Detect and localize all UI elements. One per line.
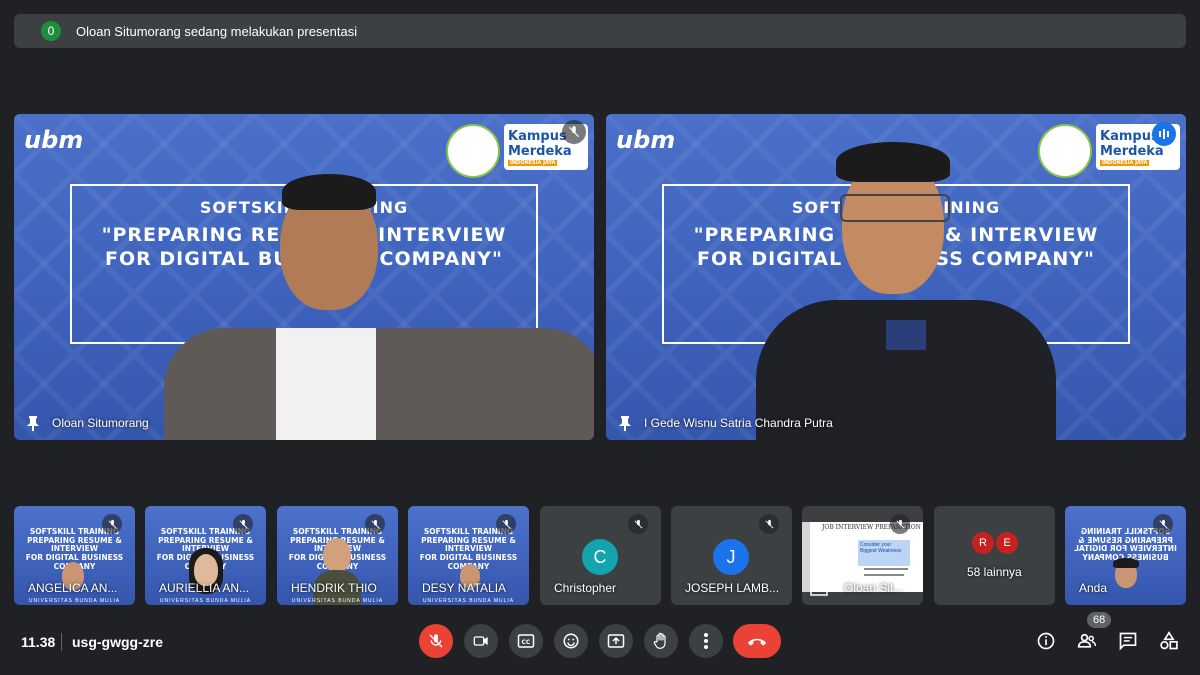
participant-name: Christopher — [554, 581, 617, 595]
indonesia-jaya-label: INDONESIA JAYA — [508, 159, 558, 166]
participant-face — [323, 538, 351, 572]
meeting-controls-bar: 11.38 usg-gwgg-zre CC 68 — [0, 612, 1200, 675]
chat-button[interactable] — [1117, 630, 1139, 652]
participants-button[interactable] — [1076, 630, 1098, 652]
chat-icon — [1119, 632, 1137, 651]
more-participants-tile[interactable]: R E 58 lainnya — [934, 506, 1055, 605]
document-highlight-box: Consider your Biggest Weakness — [858, 540, 910, 566]
presenter-name-tag: Oloan Situmorang — [14, 406, 149, 440]
activities-icon — [1160, 631, 1178, 650]
mini-slide-footer: UNIVERSITAS BUNDA MULIA — [422, 598, 515, 604]
self-hair — [1113, 558, 1139, 568]
participant-tile[interactable]: SOFTSKILL TRAINING PREPARING RESUME & IN… — [145, 506, 266, 605]
participant-count-badge: 68 — [1087, 612, 1112, 628]
captions-button[interactable]: CC — [509, 624, 543, 658]
mini-slide-footer: UNIVERSITAS BUNDA MULIA — [28, 598, 121, 604]
reactions-button[interactable] — [554, 624, 588, 658]
camera-icon — [473, 636, 488, 646]
document-line — [864, 568, 908, 570]
pin-icon[interactable] — [618, 415, 632, 431]
banner-count-badge: 0 — [41, 21, 61, 41]
pin-icon[interactable] — [26, 415, 40, 431]
ubm-logo: ubm — [616, 126, 676, 154]
mic-off-icon — [759, 514, 779, 534]
document-sidebar — [802, 522, 810, 592]
mic-off-icon — [628, 514, 648, 534]
more-options-button[interactable] — [689, 624, 723, 658]
camera-toggle-button[interactable] — [464, 624, 498, 658]
more-participants-label: 58 lainnya — [967, 565, 1022, 579]
participant-tile[interactable]: SOFTSKILL TRAINING PREPARING RESUME & IN… — [408, 506, 529, 605]
mini-slide-footer: UNIVERSITAS BUNDA MULIA — [291, 598, 384, 604]
participant-tile[interactable]: J JOSEPH LAMB... — [671, 506, 792, 605]
indonesia-jaya-label: INDONESIA JAYA — [1100, 159, 1150, 166]
people-icon — [1077, 633, 1097, 648]
speaker-glasses — [840, 194, 950, 222]
more-vert-icon — [704, 633, 708, 649]
speaker-name-tag: I Gede Wisnu Satria Chandra Putra — [606, 406, 833, 440]
mic-off-icon — [429, 634, 443, 648]
present-screen-button[interactable] — [599, 624, 633, 658]
speaking-indicator-icon — [1152, 122, 1176, 146]
document-line — [864, 574, 904, 576]
participant-avatar: E — [996, 532, 1018, 554]
info-icon — [1037, 632, 1055, 650]
participant-tile[interactable]: SOFTSKILL TRAINING PREPARING RESUME & IN… — [14, 506, 135, 605]
main-tile-speaker[interactable]: ubm Kampus Merdeka INDONESIA JAYA SOFTSK… — [606, 114, 1186, 440]
university-seal-icon — [446, 124, 500, 178]
participant-name: JOSEPH LAMB... — [685, 581, 780, 595]
meeting-code: usg-gwgg-zre — [72, 634, 163, 650]
self-view-tile[interactable]: SOFTSKILL TRAINING PREPARING RESUME & IN… — [1065, 506, 1186, 605]
presenter-shirt — [276, 328, 376, 440]
present-icon — [607, 634, 625, 648]
svg-text:CC: CC — [522, 639, 531, 646]
mic-off-icon — [233, 514, 253, 534]
participant-name: DESY NATALIA — [422, 581, 507, 595]
participant-name: Anda — [1079, 581, 1108, 595]
merdeka-label: Merdeka — [1100, 143, 1164, 159]
university-seal-icon — [1038, 124, 1092, 178]
presenter-hair — [282, 174, 376, 210]
mic-off-icon — [102, 514, 122, 534]
participant-tile[interactable]: SOFTSKILL TRAINING PREPARING RESUME & IN… — [277, 506, 398, 605]
meeting-time: 11.38 — [21, 634, 56, 650]
present-screen-icon — [810, 582, 828, 596]
mic-toggle-button[interactable] — [419, 624, 453, 658]
presenting-banner: 0 Oloan Situmorang sedang melakukan pres… — [14, 14, 1186, 48]
mic-off-icon — [1153, 514, 1173, 534]
participant-avatar: R — [972, 532, 994, 554]
mic-off-icon — [496, 514, 516, 534]
mini-slide-footer: UNIVERSITAS BUNDA MULIA — [159, 598, 252, 604]
ubm-logo: ubm — [24, 126, 84, 154]
hand-icon — [653, 632, 666, 649]
raise-hand-button[interactable] — [644, 624, 678, 658]
main-tile-presenter[interactable]: ubm Kampus Merdeka INDONESIA JAYA SOFTSK… — [14, 114, 594, 440]
participant-name: AURIELLIA AN... — [159, 581, 250, 595]
participant-avatar: C — [582, 539, 618, 575]
mic-off-icon — [365, 514, 385, 534]
presentation-tile[interactable]: JOB INTERVIEW PREPARATION Consider your … — [802, 506, 923, 605]
mic-off-icon — [890, 514, 910, 534]
phone-hangup-icon — [747, 638, 767, 646]
end-call-button[interactable] — [733, 624, 781, 658]
speaker-collar — [886, 320, 926, 350]
closed-captions-icon: CC — [517, 634, 535, 648]
presenter-jacket — [164, 328, 594, 440]
mic-off-icon — [562, 120, 586, 144]
speaker-name: I Gede Wisnu Satria Chandra Putra — [644, 416, 833, 430]
presenter-name: Oloan Situmorang — [52, 416, 149, 430]
meeting-info-button[interactable] — [1035, 630, 1057, 652]
participant-name: HENDRIK THIO — [291, 581, 377, 595]
participant-avatar: J — [713, 539, 749, 575]
participant-name: Oloan Sit... — [844, 581, 904, 595]
participant-name: ANGELICA AN... — [28, 581, 118, 595]
speaker-hair — [836, 142, 950, 182]
banner-text: Oloan Situmorang sedang melakukan presen… — [76, 23, 358, 39]
activities-button[interactable] — [1158, 630, 1180, 652]
emoji-icon — [563, 633, 579, 649]
merdeka-label: Merdeka — [508, 143, 572, 159]
divider — [61, 633, 62, 651]
participant-tile[interactable]: C Christopher — [540, 506, 661, 605]
